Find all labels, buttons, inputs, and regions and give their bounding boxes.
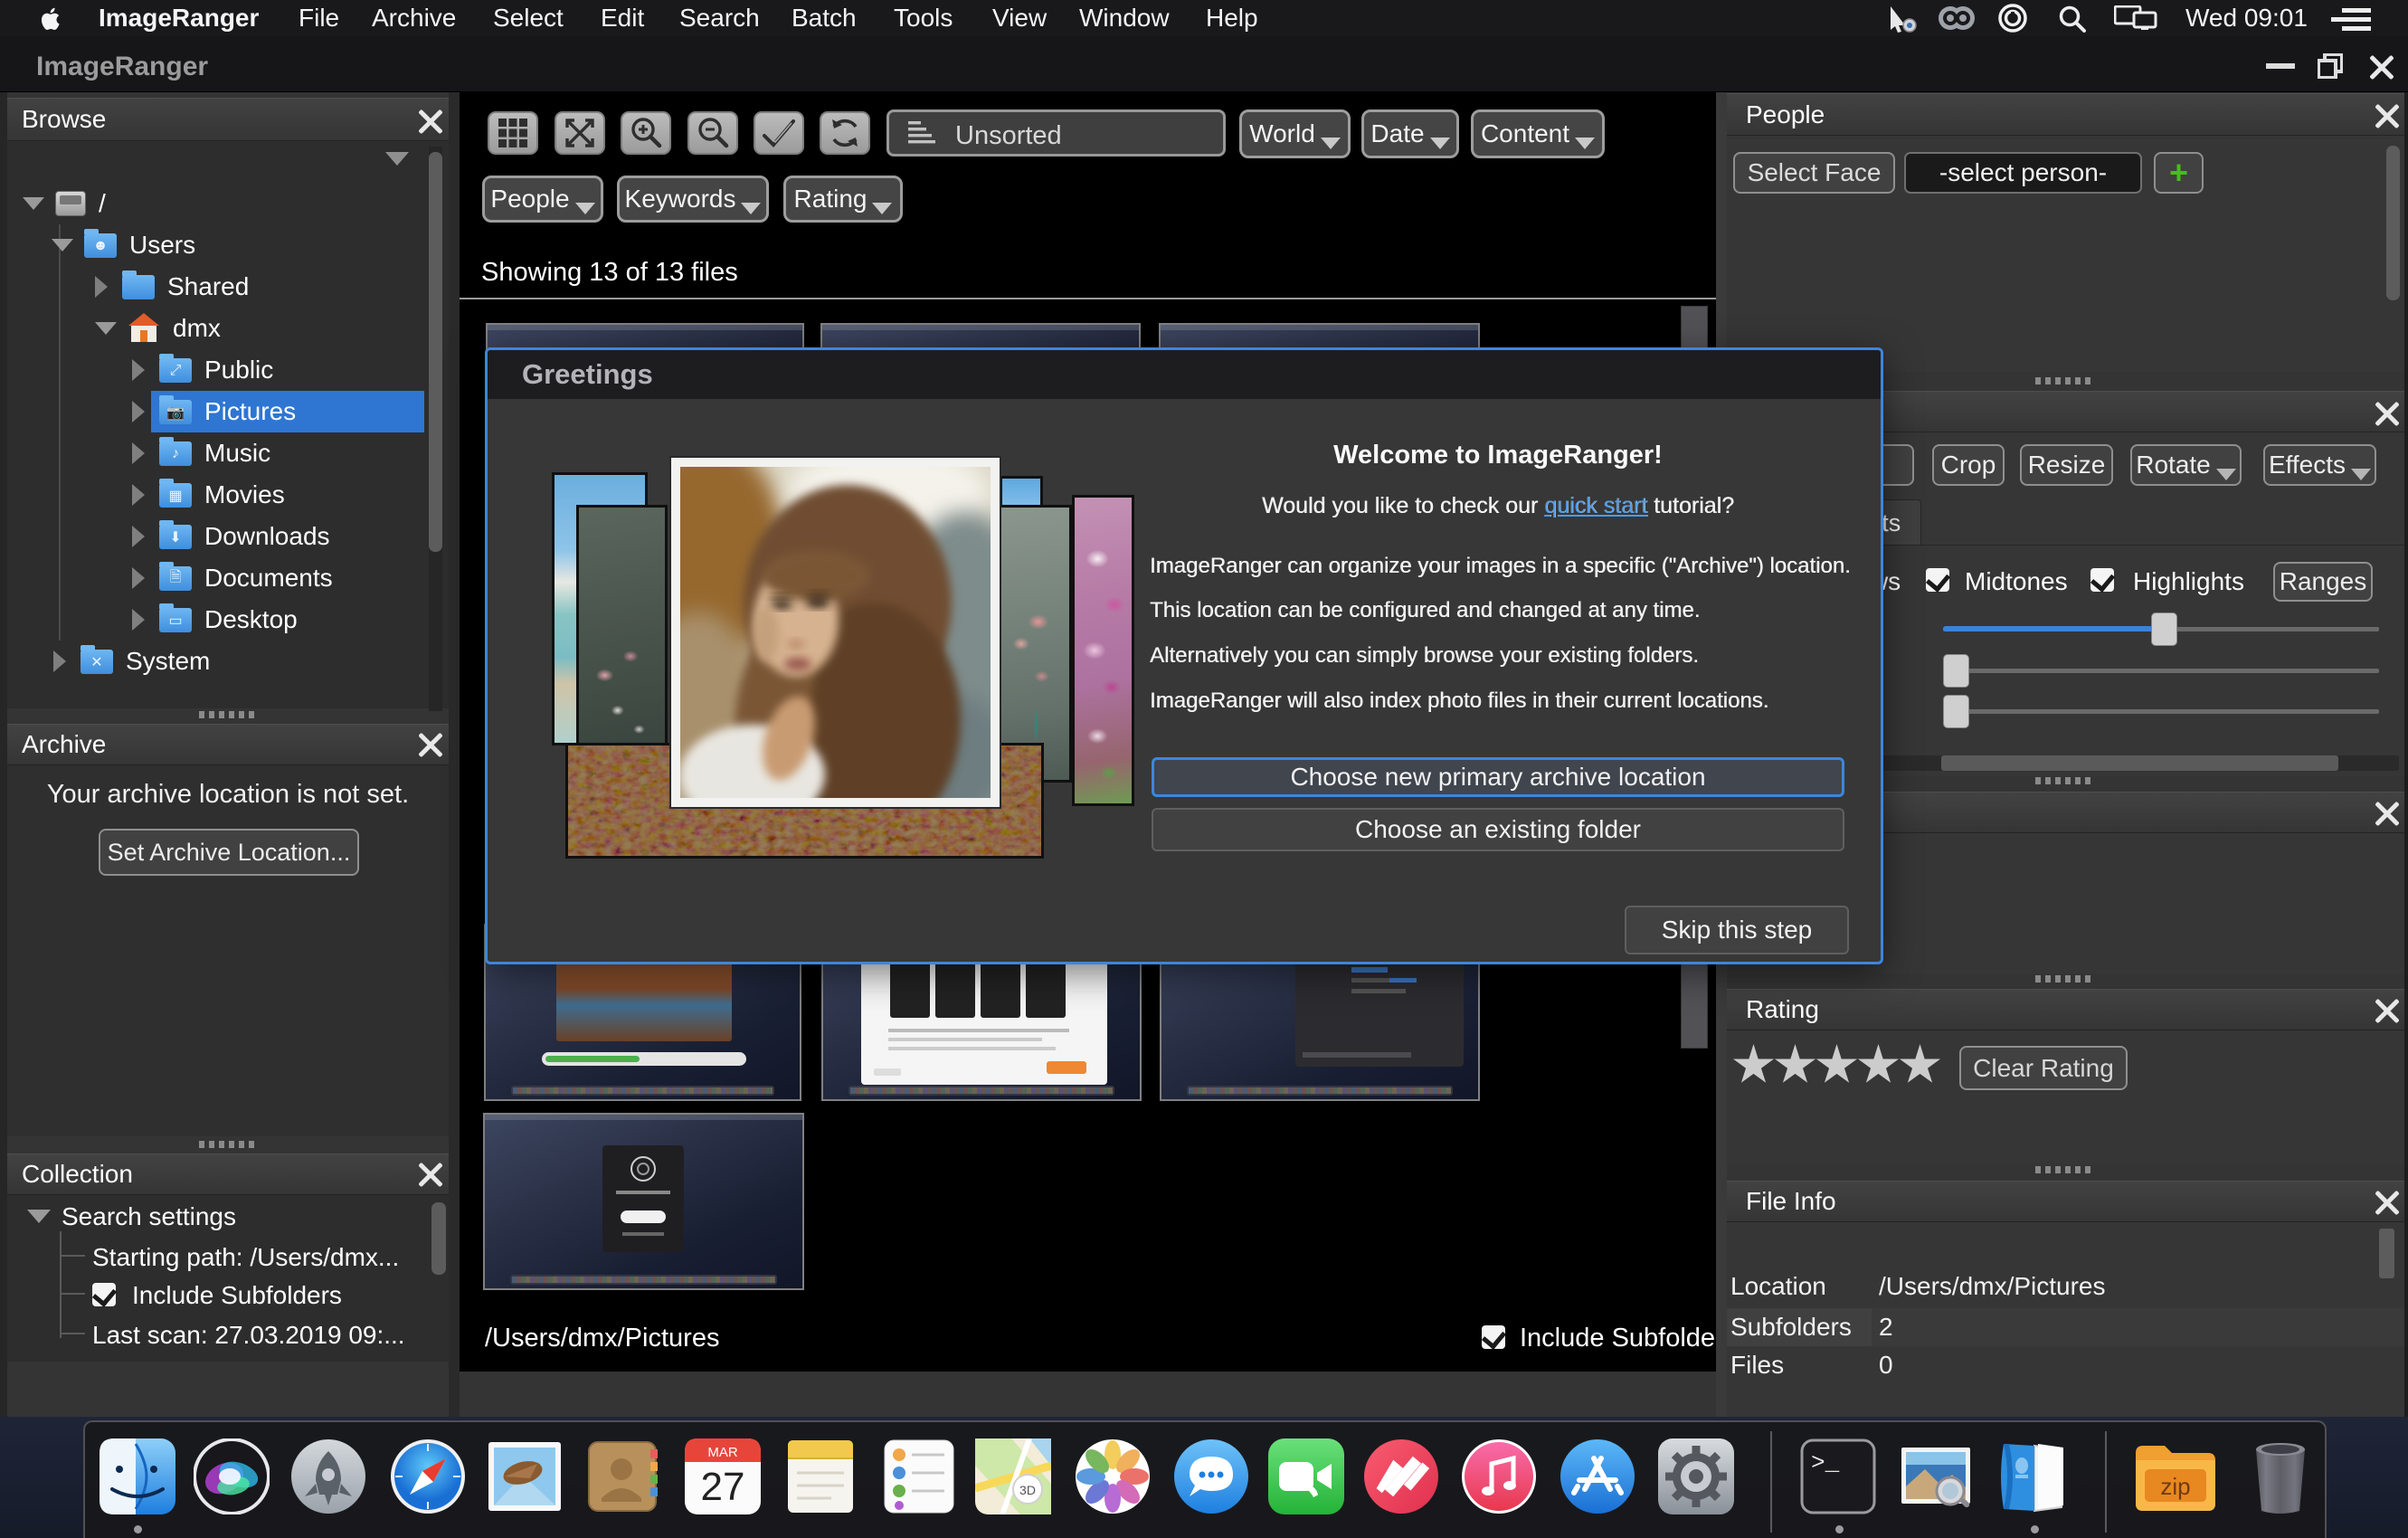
svg-text:27: 27 (701, 1465, 745, 1509)
svg-text:zip: zip (2160, 1473, 2190, 1500)
svg-text:3D: 3D (1019, 1483, 1036, 1497)
svg-text:>_: >_ (1811, 1449, 1840, 1476)
svg-text:MAR: MAR (707, 1445, 738, 1460)
